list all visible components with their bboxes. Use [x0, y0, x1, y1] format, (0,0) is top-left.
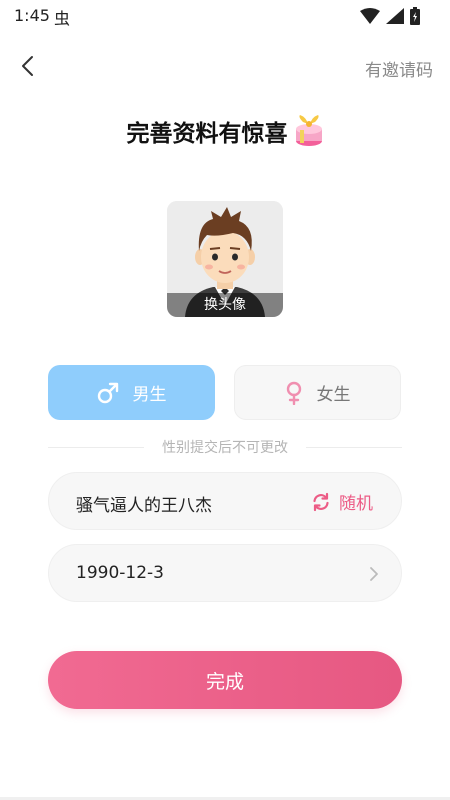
change-avatar-label: 换头像	[167, 293, 283, 317]
done-button[interactable]: 完成	[48, 651, 402, 709]
notification-glyph: 虫	[54, 9, 71, 28]
chevron-right-icon	[370, 567, 378, 581]
title-row: 完善资料有惊喜	[0, 114, 450, 148]
random-nickname-button[interactable]: 随机	[311, 489, 373, 514]
gift-icon	[295, 115, 322, 146]
battery-icon	[410, 7, 420, 25]
avatar[interactable]: 换头像	[167, 201, 283, 317]
page-title: 完善资料有惊喜	[126, 121, 288, 147]
random-label: 随机	[339, 494, 373, 514]
signal-icon	[386, 8, 404, 24]
gender-female-label: 女生	[316, 385, 351, 405]
gender-female-button[interactable]: 女生	[234, 365, 401, 420]
gender-note-row: 性别提交后不可更改	[48, 437, 402, 457]
gender-note: 性别提交后不可更改	[162, 440, 288, 456]
gender-male-label: 男生	[132, 385, 167, 405]
back-button[interactable]	[12, 51, 42, 81]
status-bar: 1:45 虫	[0, 0, 450, 32]
male-symbol-icon	[97, 382, 118, 403]
wifi-icon	[360, 8, 380, 24]
back-arrow-icon	[22, 56, 33, 76]
birthday-value: 1990-12-3	[76, 563, 164, 583]
nickname-field[interactable]: 骚气逼人的王八杰 随机	[48, 472, 402, 530]
invite-code-link[interactable]: 有邀请码	[365, 56, 433, 81]
birthday-field[interactable]: 1990-12-3	[48, 544, 402, 602]
status-time: 1:45	[14, 6, 50, 25]
refresh-icon	[313, 492, 329, 511]
nickname-value: 骚气逼人的王八杰	[76, 496, 212, 516]
female-symbol-icon	[286, 381, 301, 405]
gender-male-button[interactable]: 男生	[48, 365, 215, 420]
status-icons	[360, 7, 420, 25]
